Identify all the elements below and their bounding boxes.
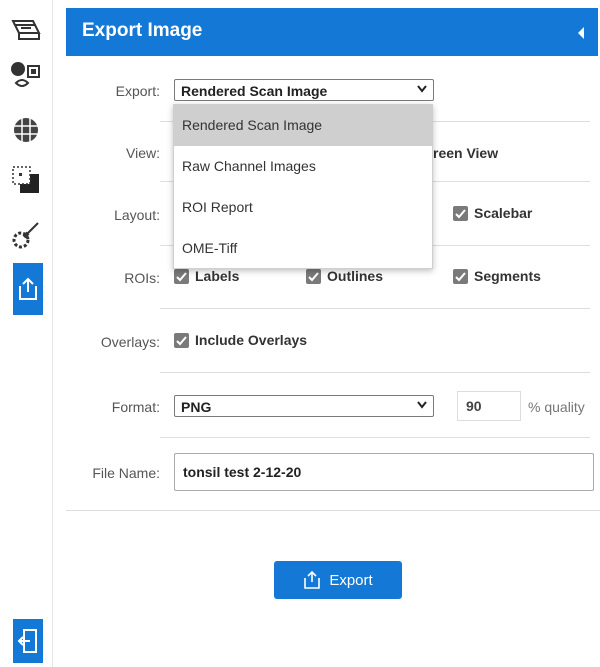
file-name-label: File Name: [92, 465, 160, 481]
export-label: Export: [115, 83, 160, 99]
chevron-down-icon [417, 401, 427, 409]
export-button-label: Export [329, 571, 373, 589]
checkbox-checked-icon [174, 268, 189, 284]
export-select-value: Rendered Scan Image [181, 83, 328, 99]
scanner-icon[interactable] [8, 14, 44, 50]
chevron-down-icon [417, 85, 427, 93]
divider [160, 437, 590, 438]
outlines-checkbox[interactable]: Outlines [306, 268, 383, 284]
include-overlays-label: Include Overlays [195, 332, 308, 348]
layout-label: Layout: [114, 207, 160, 223]
include-overlays-checkbox[interactable]: Include Overlays [174, 332, 307, 348]
file-name-input[interactable]: tonsil test 2-12-20 [174, 453, 594, 491]
export-icon [304, 570, 321, 589]
divider [160, 308, 590, 309]
format-select-value: PNG [181, 399, 212, 415]
labels-checkbox[interactable]: Labels [174, 268, 239, 284]
scalebar-label: Scalebar [474, 205, 533, 221]
export-icon[interactable] [13, 263, 43, 315]
format-label: Format: [111, 399, 160, 415]
dropdown-item-roi-report[interactable]: ROI Report [174, 187, 432, 228]
checkbox-checked-icon [453, 268, 468, 284]
collapse-caret-icon[interactable] [578, 27, 584, 39]
export-image-panel: Export Image Export: Rendered Scan Image… [66, 0, 600, 667]
divider [66, 510, 600, 511]
export-button[interactable]: Export [274, 561, 402, 599]
panel-title: Export Image [82, 20, 203, 41]
segments-label: Segments [474, 268, 541, 284]
export-select[interactable]: Rendered Scan Image [174, 79, 434, 101]
divider [160, 372, 590, 373]
segments-checkbox[interactable]: Segments [453, 268, 541, 284]
overlays-label: Overlays: [100, 334, 160, 350]
dropdown-item-raw-channel-images[interactable]: Raw Channel Images [174, 146, 432, 187]
left-toolbar [0, 0, 52, 667]
rois-label: ROIs: [124, 270, 160, 286]
toolbar-divider [52, 0, 53, 667]
file-name-value: tonsil test 2-12-20 [183, 464, 302, 480]
format-select[interactable]: PNG [174, 395, 434, 417]
gear-brush-icon[interactable] [8, 218, 44, 254]
labels-label: Labels [195, 268, 240, 284]
dropdown-item-rendered-scan-image[interactable]: Rendered Scan Image [174, 105, 432, 146]
quality-value: 90 [466, 398, 482, 414]
view-option-text[interactable]: reen View [433, 145, 498, 161]
layers-icon[interactable] [8, 162, 44, 198]
view-label: View: [126, 145, 160, 161]
export-dropdown-menu: Rendered Scan Image Raw Channel Images R… [173, 104, 433, 269]
quality-input[interactable]: 90 [457, 391, 521, 421]
checkbox-checked-icon [174, 332, 189, 348]
scalebar-checkbox[interactable]: Scalebar [453, 205, 532, 221]
outlines-label: Outlines [327, 268, 384, 284]
shapes-icon[interactable] [8, 58, 44, 94]
exit-door-icon[interactable] [13, 619, 43, 663]
checkbox-checked-icon [453, 205, 468, 221]
dropdown-item-ome-tiff[interactable]: OME-Tiff [174, 228, 432, 269]
grid-sphere-icon[interactable] [8, 112, 44, 148]
quality-label: % quality [528, 399, 585, 415]
panel-header: Export Image [66, 8, 598, 56]
checkbox-checked-icon [306, 268, 321, 284]
